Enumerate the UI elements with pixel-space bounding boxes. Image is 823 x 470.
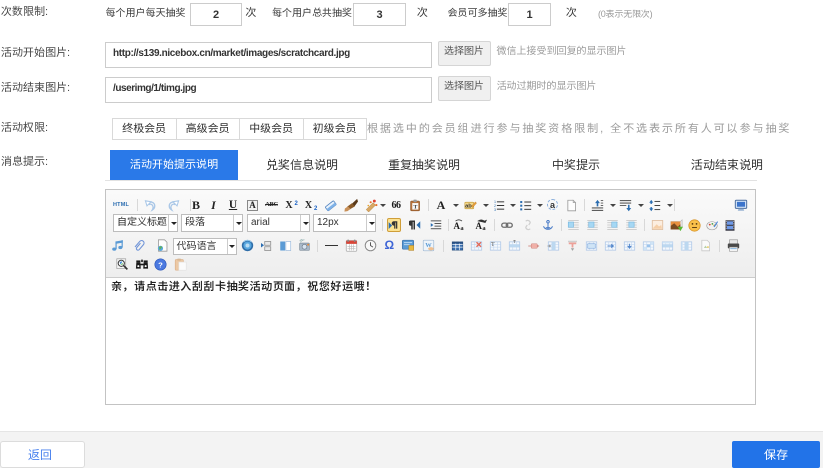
svg-text:3: 3 xyxy=(494,208,496,212)
svg-text:a: a xyxy=(460,224,464,231)
svg-text:A: A xyxy=(454,220,461,230)
svg-text:T: T xyxy=(491,242,495,248)
svg-text:?: ? xyxy=(158,260,163,269)
svg-text:A: A xyxy=(475,220,482,230)
svg-text:ab: ab xyxy=(465,203,472,209)
svg-text:a: a xyxy=(482,224,486,231)
